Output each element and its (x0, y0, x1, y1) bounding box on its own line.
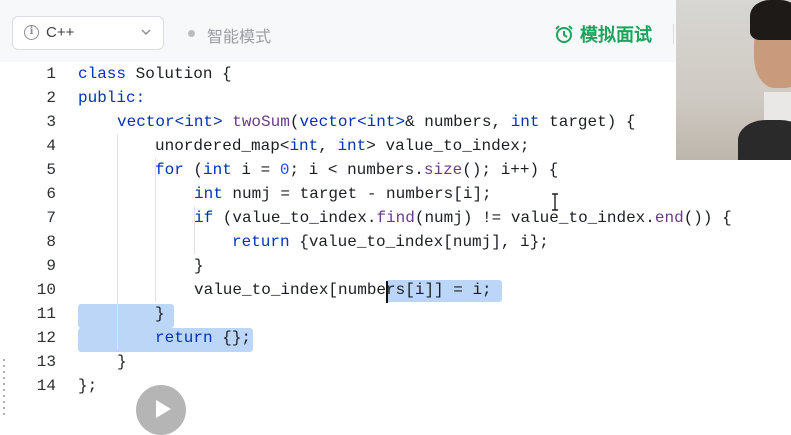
line-number: 13 (36, 353, 56, 371)
code-line: 14 }; (0, 374, 791, 398)
code-text: int numj = target - numbers[i]; (194, 185, 492, 203)
code-line: 1 class Solution { (0, 62, 791, 86)
alarm-clock-icon (555, 25, 573, 43)
line-number: 12 (36, 329, 56, 347)
code-editor[interactable]: 1 class Solution { 2 public: 3 vector<in… (0, 62, 791, 419)
line-number: 10 (36, 281, 56, 299)
code-text: } (117, 353, 127, 371)
info-icon: i (24, 25, 39, 40)
code-line: 6 int numj = target - numbers[i]; (0, 182, 791, 206)
code-text: } (194, 257, 204, 275)
code-line: 7 if (value_to_index.find(numj) != value… (0, 206, 791, 230)
webcam-overlay (676, 0, 791, 160)
line-number: 9 (46, 257, 56, 275)
code-text: vector<int> twoSum(vector<int>& numbers,… (117, 113, 636, 131)
line-number: 11 (36, 305, 56, 323)
code-text: return {value_to_index[numj], i}; (232, 233, 549, 251)
editor-toolbar: i C++ 智能模式 模拟面试 (0, 0, 791, 62)
mock-interview-button[interactable]: 模拟面试 (554, 20, 652, 48)
code-text: return {}; (155, 329, 252, 347)
line-number: 7 (46, 209, 56, 227)
code-text: class Solution { (78, 65, 232, 83)
code-text: for (int i = 0; i < numbers.size(); i++)… (155, 161, 559, 179)
toolbar-divider (673, 24, 674, 44)
play-button[interactable] (136, 385, 186, 435)
line-number: 4 (46, 137, 56, 155)
code-line: 9 } (0, 254, 791, 278)
code-text: if (value_to_index.find(numj) != value_t… (194, 209, 732, 227)
play-icon (156, 400, 171, 418)
ibeam-cursor-icon (552, 193, 558, 211)
smart-mode-toggle[interactable]: 智能模式 (207, 23, 271, 47)
code-text: value_to_index[numbers[i]] = i; (194, 281, 492, 299)
language-label: C++ (46, 24, 75, 41)
line-number: 1 (46, 65, 56, 83)
code-line: 12 return {}; (0, 326, 791, 350)
line-number: 5 (46, 161, 56, 179)
line-number: 6 (46, 185, 56, 203)
code-text: } (155, 305, 165, 323)
mock-interview-label: 模拟面试 (580, 25, 652, 46)
line-number: 3 (46, 113, 56, 131)
language-select[interactable]: i C++ (12, 16, 164, 50)
code-line: 2 public: (0, 86, 791, 110)
webcam-person-shirt (738, 120, 791, 160)
line-number: 8 (46, 233, 56, 251)
webcam-person-hair (750, 0, 791, 40)
code-line: 5 for (int i = 0; i < numbers.size(); i+… (0, 158, 791, 182)
line-number: 14 (36, 377, 56, 395)
mode-status-dot (188, 30, 195, 37)
code-line: 4 unordered_map<int, int> value_to_index… (0, 134, 791, 158)
code-line: 3 vector<int> twoSum(vector<int>& number… (0, 110, 791, 134)
text-caret (386, 281, 388, 303)
code-line: 13 } (0, 350, 791, 374)
drag-handle[interactable] (2, 357, 6, 419)
line-number: 2 (46, 89, 56, 107)
code-line: 8 return {value_to_index[numj], i}; (0, 230, 791, 254)
code-text: }; (78, 377, 98, 395)
code-text: public: (78, 89, 146, 107)
chevron-down-icon (141, 29, 151, 36)
code-line: 11 } (0, 302, 791, 326)
code-line: 10 value_to_index[numbers[i]] = i; (0, 278, 791, 302)
code-text: unordered_map<int, int> value_to_index; (155, 137, 530, 155)
